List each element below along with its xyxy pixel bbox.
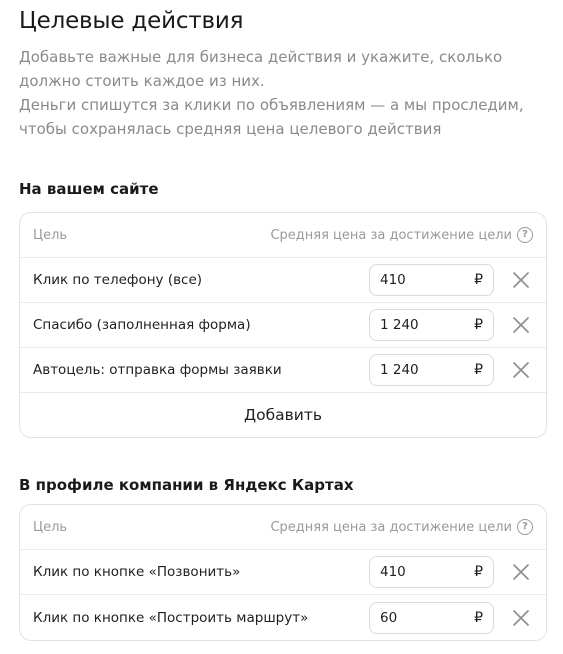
price-column-header: Средняя цена за достижение цели ? [270, 519, 533, 535]
page-description: Добавьте важные для бизнеса действия и у… [19, 45, 549, 141]
price-column-header: Средняя цена за достижение цели ? [270, 227, 533, 243]
close-icon [513, 317, 529, 333]
maps-goals-card: Цель Средняя цена за достижение цели ? К… [19, 504, 547, 641]
description-line-1: Добавьте важные для бизнеса действия и у… [19, 48, 503, 90]
remove-goal-button[interactable] [510, 359, 532, 381]
maps-goals-header: Цель Средняя цена за достижение цели ? [20, 505, 546, 550]
table-row: Автоцель: отправка формы заявки 1 240 ₽ [20, 348, 546, 393]
page-title: Целевые действия [19, 8, 244, 34]
table-row: Клик по кнопке «Построить маршрут» 60 ₽ [20, 595, 546, 640]
price-input[interactable]: 1 240 ₽ [369, 309, 494, 341]
table-row: Клик по кнопке «Позвонить» 410 ₽ [20, 550, 546, 595]
goal-column-header: Цель [33, 227, 68, 243]
ruble-sign: ₽ [474, 317, 483, 333]
goal-name: Клик по кнопке «Построить маршрут» [33, 609, 309, 626]
table-row: Спасибо (заполненная форма) 1 240 ₽ [20, 303, 546, 348]
table-row: Клик по телефону (все) 410 ₽ [20, 258, 546, 303]
price-input[interactable]: 60 ₽ [369, 601, 494, 634]
remove-goal-button[interactable] [510, 607, 532, 629]
remove-goal-button[interactable] [510, 269, 532, 291]
site-goals-header: Цель Средняя цена за достижение цели ? [20, 213, 546, 258]
ruble-sign: ₽ [474, 362, 483, 378]
price-input[interactable]: 410 ₽ [369, 264, 494, 296]
add-goal-button[interactable]: Добавить [244, 406, 322, 424]
close-icon [513, 564, 529, 580]
goal-name: Клик по телефону (все) [33, 272, 203, 288]
price-input[interactable]: 410 ₽ [369, 556, 494, 588]
maps-section-title: В профиле компании в Яндекс Картах [19, 476, 354, 494]
close-icon [513, 609, 529, 626]
price-value[interactable]: 1 240 [380, 362, 419, 378]
remove-goal-button[interactable] [510, 561, 532, 583]
remove-goal-button[interactable] [510, 314, 532, 336]
ruble-sign: ₽ [474, 272, 483, 288]
question-circle-icon[interactable]: ? [517, 227, 533, 243]
price-input[interactable]: 1 240 ₽ [369, 354, 494, 386]
price-value[interactable]: 60 [380, 610, 397, 626]
goal-name: Спасибо (заполненная форма) [33, 317, 251, 333]
price-value[interactable]: 1 240 [380, 317, 419, 333]
description-line-2: Деньги спишутся за клики по объявлениям … [19, 96, 524, 138]
price-column-header-label: Средняя цена за достижение цели [270, 519, 512, 535]
add-goal-row: Добавить [20, 393, 546, 437]
ruble-sign: ₽ [474, 564, 483, 580]
question-circle-icon[interactable]: ? [517, 519, 533, 535]
price-column-header-label: Средняя цена за достижение цели [270, 227, 512, 243]
goal-name: Автоцель: отправка формы заявки [33, 362, 282, 378]
close-icon [513, 272, 529, 288]
price-value[interactable]: 410 [380, 564, 406, 580]
ruble-sign: ₽ [474, 609, 483, 626]
site-section-title: На вашем сайте [19, 180, 159, 198]
close-icon [513, 362, 529, 378]
goal-column-header: Цель [33, 519, 68, 535]
price-value[interactable]: 410 [380, 272, 406, 288]
goal-name: Клик по кнопке «Позвонить» [33, 564, 241, 580]
site-goals-card: Цель Средняя цена за достижение цели ? К… [19, 212, 547, 438]
